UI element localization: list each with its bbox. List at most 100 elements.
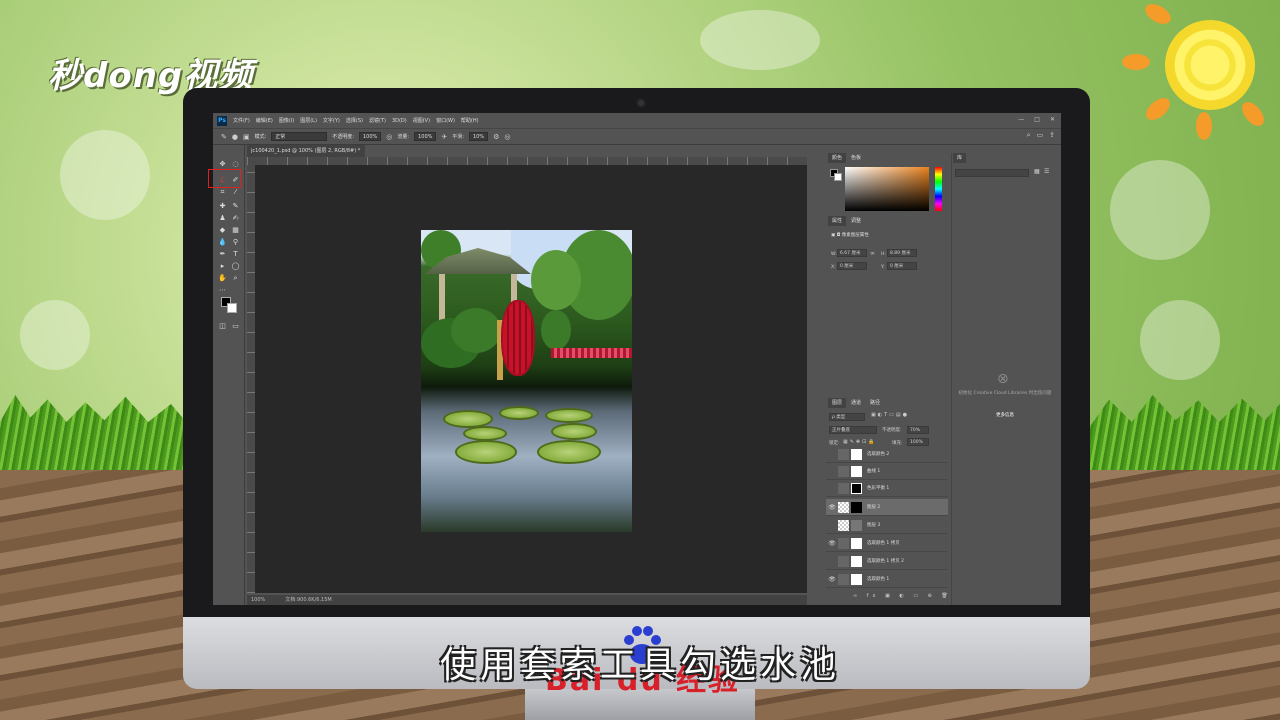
- window-controls: — □ ✕: [1018, 116, 1055, 123]
- blur-tool-icon[interactable]: 💧: [217, 237, 228, 248]
- flow-input[interactable]: 100%: [414, 132, 437, 141]
- menu-select[interactable]: 选择(S): [346, 117, 363, 124]
- tab-paths[interactable]: 路径: [866, 398, 885, 408]
- hue-slider[interactable]: [935, 167, 942, 211]
- photo-lily-pad: [551, 423, 597, 440]
- tab-properties[interactable]: 属性: [828, 216, 847, 226]
- horizontal-ruler[interactable]: [247, 157, 807, 165]
- width-input[interactable]: 6.67 厘米: [837, 249, 867, 257]
- library-search-input[interactable]: [955, 169, 1029, 177]
- pen-tool-icon[interactable]: ✒: [217, 249, 228, 260]
- layer-adjustment-thumb: [838, 465, 849, 477]
- pressure-size-icon[interactable]: ◎: [504, 133, 510, 141]
- hand-tool-icon[interactable]: ✋: [217, 273, 228, 284]
- gradient-tool-icon[interactable]: ▦: [230, 225, 241, 236]
- visibility-eye-icon[interactable]: 👁: [826, 576, 838, 583]
- brush-preset-icon[interactable]: ✎: [221, 133, 227, 141]
- brush-panel-icon[interactable]: ▣: [243, 133, 250, 141]
- tab-color[interactable]: 颜色: [828, 153, 847, 163]
- properties-header-text: 像素图层属性: [841, 233, 869, 238]
- layer-mask-thumb: [851, 537, 862, 549]
- menu-3d[interactable]: 3D(D): [392, 118, 407, 124]
- layer-row[interactable]: 选取颜色 2: [826, 446, 948, 463]
- menu-type[interactable]: 文字(Y): [323, 117, 340, 124]
- background-color-swatch[interactable]: [227, 303, 237, 313]
- zoom-level[interactable]: 100%: [251, 595, 265, 605]
- menu-window[interactable]: 窗口(W): [436, 117, 455, 124]
- background-bokeh: [1110, 160, 1210, 260]
- menu-help[interactable]: 帮助(H): [461, 117, 479, 124]
- color-picker-field[interactable]: [845, 167, 929, 211]
- list-view-icon[interactable]: ☰: [1044, 168, 1049, 175]
- photoshop-app-icon[interactable]: Ps: [217, 115, 227, 126]
- layer-row-selected[interactable]: 👁 图层 2: [826, 499, 948, 516]
- menu-filter[interactable]: 滤镜(T): [369, 117, 386, 124]
- brush-tool-icon[interactable]: ✎: [230, 201, 241, 212]
- history-brush-tool-icon[interactable]: ✍: [230, 213, 241, 224]
- background-bokeh: [20, 300, 90, 370]
- layer-row[interactable]: 曲线 1: [826, 463, 948, 480]
- airbrush-icon[interactable]: ✈: [441, 133, 447, 141]
- blend-mode-select[interactable]: 正片叠底: [829, 426, 877, 434]
- tab-channels[interactable]: 通道: [847, 398, 866, 408]
- clone-stamp-tool-icon[interactable]: ♟: [217, 213, 228, 224]
- document-photo[interactable]: [421, 230, 632, 532]
- minimize-button[interactable]: —: [1018, 116, 1024, 123]
- menu-view[interactable]: 视图(V): [413, 117, 430, 124]
- visibility-eye-icon[interactable]: 👁: [826, 504, 838, 511]
- share-icon[interactable]: ⇪: [1049, 131, 1055, 140]
- link-dimensions-icon[interactable]: ∞: [870, 250, 875, 257]
- lock-icons[interactable]: ▦✎✥⊡🔒: [843, 439, 877, 445]
- type-tool-icon[interactable]: T: [230, 249, 241, 260]
- path-selection-tool-icon[interactable]: ▸: [217, 261, 228, 272]
- height-input[interactable]: 8.89 厘米: [887, 249, 917, 257]
- maximize-button[interactable]: □: [1034, 116, 1040, 123]
- zoom-tool-icon[interactable]: ⌕: [230, 273, 241, 284]
- tab-layers[interactable]: 图层: [828, 398, 847, 408]
- settings-gear-icon[interactable]: ⚙: [493, 133, 499, 141]
- tab-swatches[interactable]: 色板: [847, 153, 866, 163]
- layer-opacity-input[interactable]: 70%: [907, 426, 929, 434]
- layers-footer-icons[interactable]: ∞ fx ▣ ◐ ▭ ⊕ 🗑: [853, 593, 952, 599]
- healing-brush-tool-icon[interactable]: ✚: [217, 201, 228, 212]
- close-button[interactable]: ✕: [1050, 116, 1055, 123]
- visibility-eye-icon[interactable]: 👁: [826, 540, 838, 547]
- layer-row[interactable]: 选取颜色 1 拷贝 2: [826, 553, 948, 570]
- x-input[interactable]: 0 厘米: [837, 262, 867, 270]
- eyedropper-tool-icon[interactable]: ⁄: [230, 187, 241, 198]
- smooth-input[interactable]: 10%: [468, 132, 489, 141]
- tab-libraries[interactable]: 库: [953, 153, 967, 163]
- layer-row[interactable]: 👁 选取颜色 1 拷贝: [826, 535, 948, 552]
- pressure-opacity-icon[interactable]: ◎: [386, 133, 392, 141]
- fill-input[interactable]: 100%: [907, 438, 929, 446]
- search-icon[interactable]: ⌕: [1027, 131, 1031, 140]
- screen-mode-icon[interactable]: ▭: [230, 321, 241, 332]
- document-size[interactable]: 文档:900.6K/6.15M: [285, 595, 331, 605]
- layer-filter-icons[interactable]: ▣◐T▭▤●: [871, 412, 909, 418]
- mode-select[interactable]: 正常: [271, 132, 328, 141]
- quick-mask-icon[interactable]: ◫: [217, 321, 228, 332]
- more-tools-icon[interactable]: ⋯: [217, 285, 228, 296]
- vertical-ruler[interactable]: [247, 165, 255, 593]
- color-bg-swatch[interactable]: [834, 173, 842, 181]
- tab-adjustments[interactable]: 调整: [847, 216, 866, 226]
- layer-row[interactable]: 色彩平衡 1: [826, 480, 948, 497]
- menu-image[interactable]: 图像(I): [279, 117, 294, 124]
- workspace-switcher-icon[interactable]: ▭: [1037, 131, 1044, 140]
- layer-filter-select[interactable]: ρ 类型: [829, 413, 865, 421]
- opacity-input[interactable]: 100%: [358, 132, 382, 141]
- document-tab[interactable]: jc100420_1.psd @ 100% (图层 2, RGB/8#) * ×: [247, 145, 365, 166]
- menu-layer[interactable]: 图层(L): [300, 117, 317, 124]
- brush-size-dot-icon[interactable]: ●: [232, 133, 238, 141]
- y-input[interactable]: 0 厘米: [887, 262, 917, 270]
- menu-edit[interactable]: 编辑(E): [256, 117, 273, 124]
- menu-file[interactable]: 文件(F): [233, 117, 250, 124]
- dodge-tool-icon[interactable]: ⚲: [230, 237, 241, 248]
- crop-tool-icon[interactable]: ⌗: [217, 187, 228, 198]
- layer-row[interactable]: 图层 3: [826, 517, 948, 534]
- shape-tool-icon[interactable]: ◯: [230, 261, 241, 272]
- more-info-link[interactable]: 更多信息: [955, 412, 1055, 418]
- grid-view-icon[interactable]: ▦: [1034, 168, 1040, 175]
- layer-row[interactable]: 👁 选取颜色 1: [826, 571, 948, 588]
- eraser-tool-icon[interactable]: ◆: [217, 225, 228, 236]
